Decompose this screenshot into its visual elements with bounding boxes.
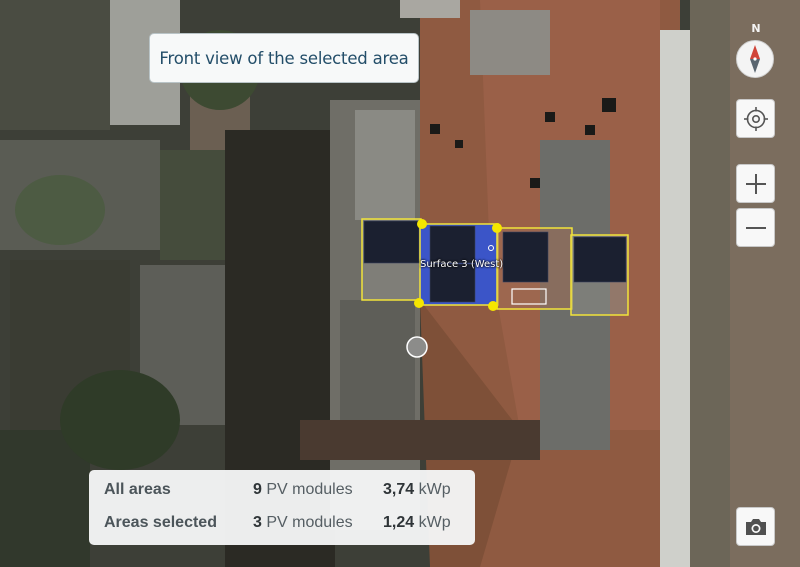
zoom-in-icon (745, 173, 766, 194)
pv-area-3[interactable] (496, 227, 573, 310)
vertex-handle[interactable] (488, 301, 498, 311)
modules-unit: PV modules (266, 481, 353, 498)
power-unit: kWp (418, 481, 451, 498)
vertex-handle[interactable] (492, 223, 502, 233)
map-view[interactable]: Surface 3 (West) Front view of the selec… (0, 0, 800, 567)
zoom-out-button[interactable] (736, 208, 775, 247)
modules-count: 3 PV modules (253, 514, 353, 532)
power-value: 3,74 (383, 481, 415, 498)
vertex-handle[interactable] (417, 219, 427, 229)
modules-count-value: 9 (253, 481, 262, 498)
camera-icon (745, 518, 766, 535)
modules-summary-panel: All areas 9 PV modules 3,74 kWp Areas se… (89, 470, 475, 545)
modules-count: 9 PV modules (253, 481, 353, 499)
pv-module (502, 231, 549, 283)
zoom-in-button[interactable] (736, 164, 775, 203)
screenshot-button[interactable] (736, 507, 775, 546)
compass-button[interactable] (736, 40, 774, 78)
pv-area-1[interactable] (361, 218, 422, 301)
power-unit: kWp (418, 514, 451, 531)
compass-control[interactable]: N (736, 22, 776, 78)
pv-module (429, 225, 476, 264)
compass-north-label: N (751, 22, 761, 35)
position-marker[interactable] (406, 336, 428, 358)
vertex-handle[interactable] (414, 298, 424, 308)
power-value: 1,24 (383, 514, 415, 531)
pv-module (573, 236, 627, 283)
pv-module (363, 220, 420, 264)
modules-unit: PV modules (266, 514, 353, 531)
summary-row-label: All areas (104, 481, 171, 498)
zoom-out-icon (745, 226, 766, 229)
locate-button[interactable] (736, 99, 775, 138)
power-total: 3,74 kWp (383, 481, 451, 499)
modules-count-value: 3 (253, 514, 262, 531)
summary-row-label: Areas selected (104, 514, 217, 531)
summary-row-all-areas: All areas 9 PV modules 3,74 kWp (89, 481, 475, 505)
power-total: 1,24 kWp (383, 514, 451, 532)
front-view-button[interactable]: Front view of the selected area (149, 33, 419, 83)
surface-label: Surface 3 (West) (420, 259, 504, 270)
locate-icon (743, 106, 768, 131)
pv-area-4[interactable] (570, 234, 629, 316)
compass-icon (750, 45, 760, 73)
summary-row-areas-selected: Areas selected 3 PV modules 1,24 kWp (89, 514, 475, 538)
